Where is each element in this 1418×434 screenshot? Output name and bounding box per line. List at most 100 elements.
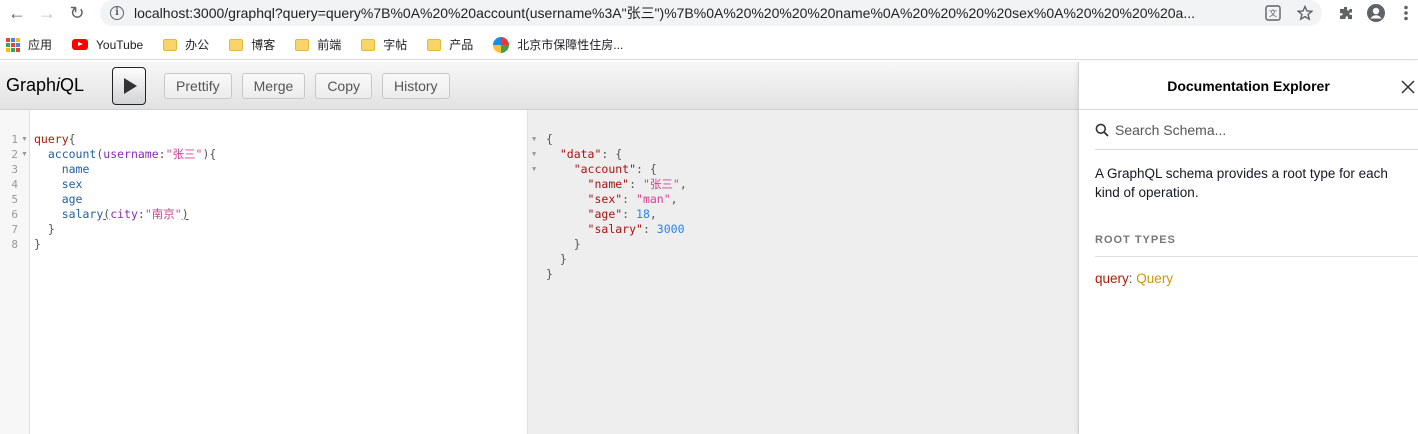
bookmark-label: 产品 (449, 38, 474, 52)
root-type-entry: query: Query (1095, 271, 1174, 286)
bookmark-label: 博客 (251, 38, 276, 52)
sex-field: sex (61, 177, 83, 191)
search-icon (1095, 123, 1109, 137)
site-favicon-icon (493, 36, 510, 53)
sex-key: "sex" (587, 192, 623, 206)
profile-avatar-icon[interactable] (1366, 3, 1386, 23)
code-line: } (34, 237, 41, 251)
graphiql-toolbar: GraphiQL Prettify Merge Copy History (0, 62, 1078, 110)
code-line: salary(city:"南京") (61, 207, 189, 221)
age-value: 18 (636, 207, 650, 221)
line-number: 5 (11, 193, 18, 206)
username-arg: username (103, 147, 159, 161)
url-text[interactable]: localhost:3000/graphql?query=query%7B%0A… (134, 3, 1254, 23)
close-icon[interactable] (1400, 79, 1416, 95)
result-line: } (573, 237, 581, 251)
fold-arrow-icon[interactable]: ▼ (21, 147, 28, 162)
line-number: 6 (11, 208, 18, 221)
result-line: "data": { (559, 147, 623, 161)
salary-value: 3000 (656, 222, 685, 236)
menu-kebab-icon[interactable] (1396, 3, 1416, 23)
username-value: "张三" (165, 147, 203, 161)
translate-icon[interactable]: 文 (1264, 4, 1282, 22)
query-keyword: query (34, 132, 69, 146)
reload-button[interactable]: ↻ (62, 0, 92, 26)
line-number: 4 (11, 178, 18, 191)
copy-button[interactable]: Copy (315, 72, 372, 99)
result-line: } (559, 252, 567, 266)
bookmark-label: 应用 (28, 38, 53, 52)
apps-grid-icon (6, 37, 20, 52)
code-line: account(username:"张三"){ (47, 147, 217, 161)
search-input[interactable]: Search Schema... (1115, 122, 1226, 138)
bookmark-folder-copybook[interactable]: 字帖 (361, 35, 407, 55)
line-number: 1 (11, 133, 18, 146)
result-line: "sex": "man", (587, 192, 678, 206)
folder-icon (361, 38, 376, 51)
query-editor[interactable]: 1 ▼ 2 ▼ 3 4 5 6 7 8 query{ account(usern… (0, 110, 528, 434)
name-field: name (61, 162, 90, 176)
prettify-button[interactable]: Prettify (164, 72, 232, 99)
bookmark-folder-frontend[interactable]: 前端 (295, 35, 341, 55)
line-number: 2 (11, 148, 18, 161)
data-key: "data" (559, 147, 602, 161)
schema-search[interactable]: Search Schema... (1095, 110, 1418, 150)
bookmark-folder-office[interactable]: 办公 (163, 35, 209, 55)
fold-arrow-icon[interactable]: ▼ (21, 132, 28, 147)
result-line: "age": 18, (587, 207, 657, 221)
name-value: "张三" (642, 177, 680, 191)
merge-button[interactable]: Merge (241, 72, 306, 99)
svg-text:文: 文 (1269, 8, 1277, 18)
code-line: query{ (34, 132, 76, 146)
bookmark-folder-product[interactable]: 产品 (427, 35, 473, 55)
logo-text: QL (60, 75, 85, 95)
account-field: account (47, 147, 97, 161)
graphiql-logo: GraphiQL (6, 75, 84, 96)
docs-title: Documentation Explorer (1167, 77, 1330, 94)
forward-button[interactable]: → (32, 0, 62, 26)
bookmark-apps[interactable]: 应用 (6, 35, 52, 55)
name-key: "name" (587, 177, 630, 191)
code-line: name (34, 162, 90, 177)
folder-icon (229, 38, 244, 51)
bookmark-star-icon[interactable] (1296, 4, 1314, 22)
root-query-type-link[interactable]: Query (1136, 271, 1173, 286)
folder-icon (295, 38, 310, 51)
execute-query-button[interactable] (112, 66, 147, 105)
code-line: sex (34, 177, 83, 192)
root-query-keyword: query (1095, 271, 1129, 286)
graphiql-app: GraphiQL Prettify Merge Copy History 1 ▼… (0, 62, 1418, 434)
bookmark-beijing-housing[interactable]: 北京市保障性住房... (493, 35, 623, 55)
extensions-icon[interactable] (1336, 3, 1356, 23)
fold-arrow-icon[interactable]: ▼ (532, 132, 536, 147)
result-line: "account": { (573, 162, 657, 176)
code-line: } (47, 222, 55, 236)
line-number: 3 (11, 163, 18, 176)
folder-icon (427, 38, 442, 51)
youtube-icon (72, 39, 89, 50)
bookmarks-bar: 应用 YouTube 办公 博客 前端 字帖 产品 北京市保障性住房... (0, 30, 1418, 60)
salary-key: "salary" (587, 222, 643, 236)
info-icon[interactable]: i (110, 6, 124, 20)
logo-text: Graph (6, 75, 57, 95)
age-key: "age" (587, 207, 623, 221)
bookmark-folder-blog[interactable]: 博客 (229, 35, 275, 55)
history-button[interactable]: History (382, 72, 450, 99)
back-button[interactable]: ← (2, 0, 32, 26)
documentation-explorer: Documentation Explorer Search Schema... … (1078, 62, 1418, 434)
age-field: age (61, 192, 83, 206)
city-value: "南京" (144, 207, 182, 221)
folder-icon (163, 38, 178, 51)
account-key: "account" (573, 162, 637, 176)
fold-arrow-icon[interactable]: ▼ (532, 147, 536, 162)
fold-arrow-icon[interactable]: ▼ (532, 162, 536, 177)
city-arg: city (110, 207, 138, 221)
root-types-heading: ROOT TYPES (1095, 234, 1418, 257)
bookmark-label: YouTube (96, 37, 144, 52)
address-bar[interactable]: i localhost:3000/graphql?query=query%7B%… (100, 0, 1322, 26)
sex-value: "man" (636, 192, 671, 206)
result-line: "name": "张三", (587, 177, 687, 191)
play-icon (124, 77, 138, 94)
bookmark-youtube[interactable]: YouTube (72, 35, 143, 55)
line-number: 8 (11, 238, 18, 251)
